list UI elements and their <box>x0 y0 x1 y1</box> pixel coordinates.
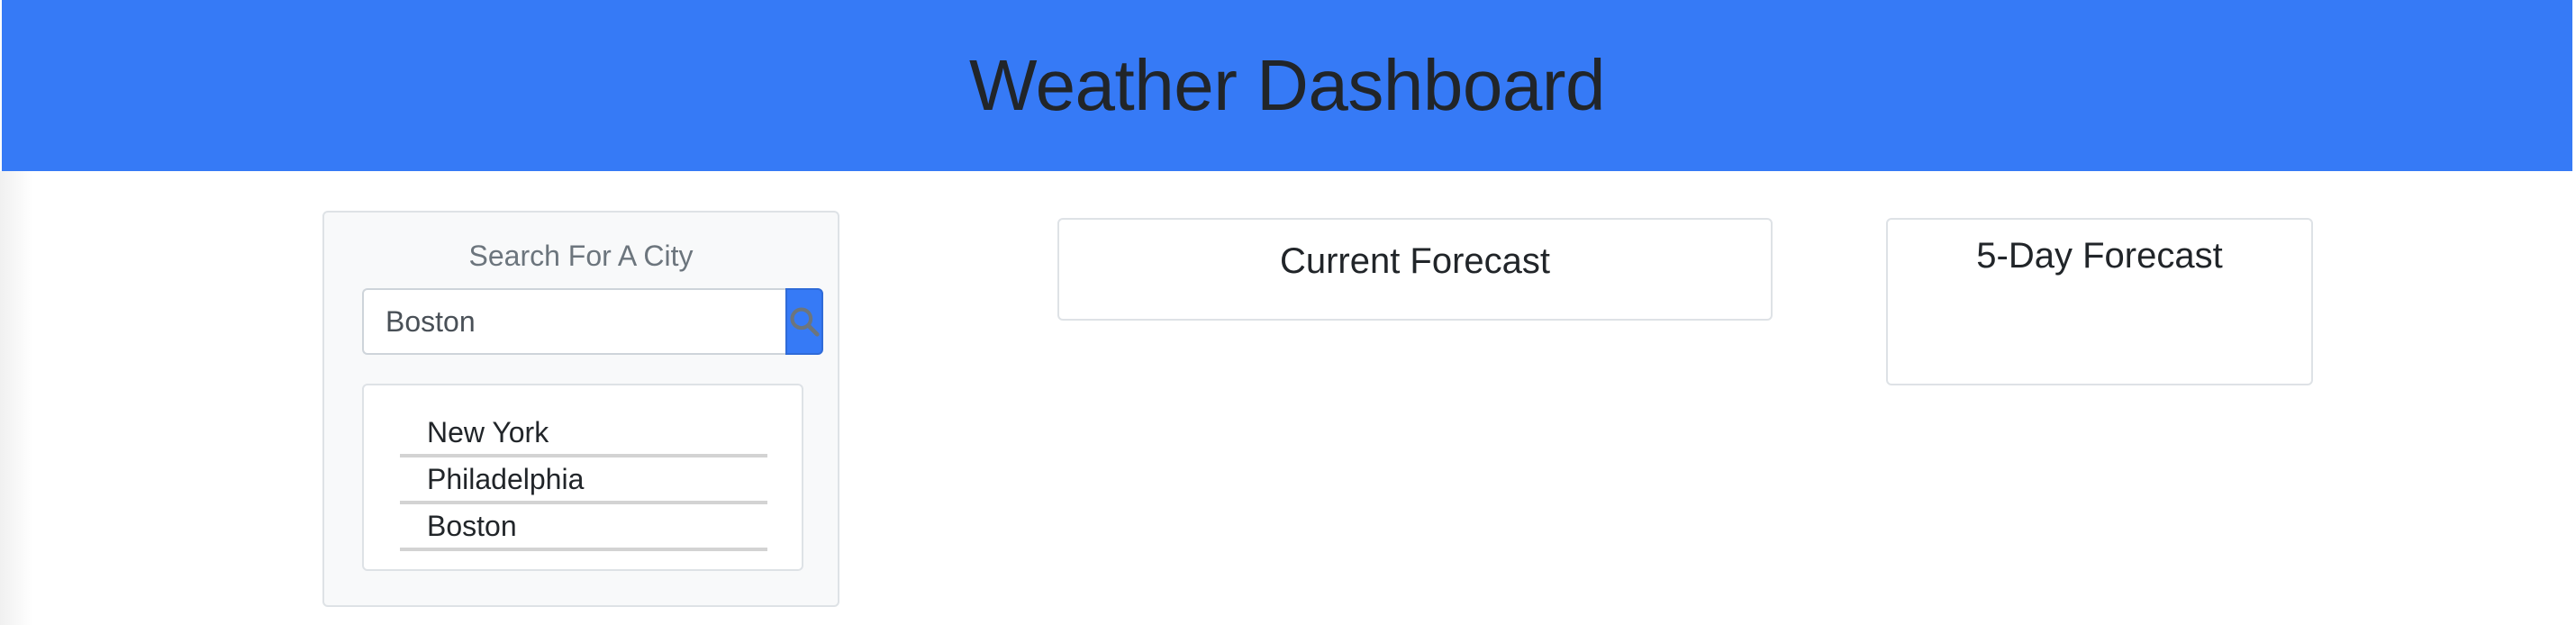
search-group <box>362 288 823 355</box>
five-day-forecast-panel: 5-Day Forecast <box>1886 218 2313 385</box>
search-icon <box>790 307 820 337</box>
history-item-boston[interactable]: Boston <box>400 504 767 551</box>
search-history-panel: New York Philadelphia Boston <box>362 384 803 571</box>
page-header: Weather Dashboard <box>2 0 2572 171</box>
search-button[interactable] <box>785 288 823 355</box>
current-forecast-panel: Current Forecast <box>1057 218 1773 321</box>
page-title: Weather Dashboard <box>969 45 1606 125</box>
page-edge-shadow <box>0 171 32 625</box>
search-panel-title: Search For A City <box>468 240 694 272</box>
city-search-input[interactable] <box>362 288 785 355</box>
search-history-list: New York Philadelphia Boston <box>400 411 767 551</box>
history-item-new-york[interactable]: New York <box>400 411 767 457</box>
search-panel: Search For A City New York Philadelphia … <box>322 211 839 607</box>
five-day-forecast-title: 5-Day Forecast <box>1976 236 2223 276</box>
current-forecast-title: Current Forecast <box>1279 241 1551 281</box>
history-item-philadelphia[interactable]: Philadelphia <box>400 457 767 504</box>
